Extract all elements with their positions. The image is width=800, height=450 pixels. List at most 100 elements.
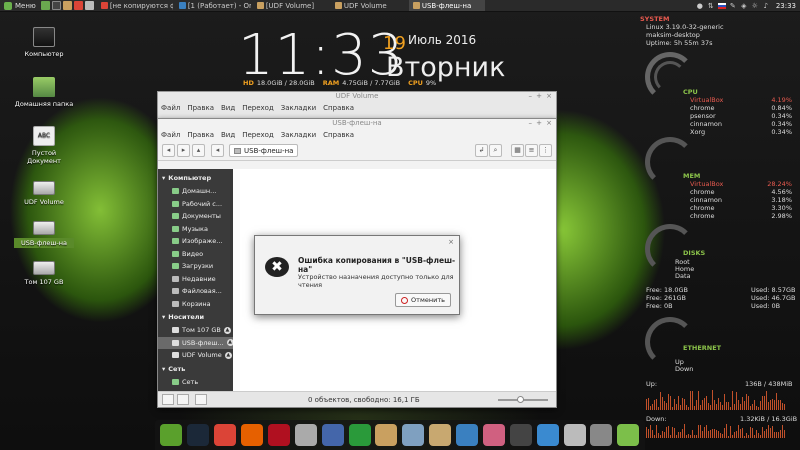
panel-clock[interactable]: 23:33: [776, 2, 796, 10]
sidebar-section-network[interactable]: ▾ Сеть: [158, 362, 233, 376]
desktop-icon-volume-107[interactable]: Том 107 GB: [14, 255, 74, 286]
close-icon[interactable]: ×: [546, 119, 552, 127]
minimize-icon[interactable]: –: [529, 119, 533, 127]
cursor-icon[interactable]: [321, 424, 344, 446]
steam-icon[interactable]: [187, 424, 210, 446]
shield-icon[interactable]: ◈: [740, 2, 748, 10]
desktop-icon-computer[interactable]: Компьютер: [14, 27, 74, 58]
system-monitor-icon[interactable]: [536, 424, 559, 446]
calculator-icon[interactable]: [294, 424, 317, 446]
sidebar-item-usb[interactable]: USB-флеш... ▲: [158, 336, 233, 349]
menu-view[interactable]: Вид: [221, 104, 235, 112]
color-picker-icon[interactable]: [482, 424, 505, 446]
sidebar-item-documents[interactable]: Документы: [158, 210, 233, 223]
menu-bookmarks[interactable]: Закладки: [281, 104, 316, 112]
folder-icon[interactable]: [617, 424, 640, 446]
sidebar-item-udf-volume[interactable]: UDF Volume ▲: [158, 349, 233, 362]
desktop-icon-home[interactable]: Домашняя папка: [14, 77, 74, 108]
sidebar-section-devices[interactable]: ▾ Носители: [158, 310, 233, 324]
user-icon[interactable]: ●: [696, 2, 704, 10]
brightness-icon[interactable]: ☼: [751, 2, 759, 10]
close-icon[interactable]: ×: [546, 92, 552, 100]
forward-arrow-icon[interactable]: ▸: [177, 144, 190, 157]
menu-bookmarks[interactable]: Закладки: [281, 131, 316, 139]
zoom-slider-knob[interactable]: [517, 396, 524, 403]
network-icon[interactable]: [456, 424, 479, 446]
back-arrow-icon[interactable]: ◂: [162, 144, 175, 157]
desktop-icon-udf-volume[interactable]: UDF Volume: [14, 175, 74, 206]
menu-file[interactable]: Файл: [161, 104, 180, 112]
menu-go[interactable]: Переход: [242, 131, 274, 139]
volume-icon[interactable]: ♪: [762, 2, 770, 10]
desktop-icon-document[interactable]: ABC Пустой Документ: [14, 126, 74, 165]
eject-icon[interactable]: ▲: [224, 351, 232, 359]
main-menu-button[interactable]: Меню: [0, 0, 40, 12]
taskbar-item[interactable]: [UDF Volume]: [253, 0, 329, 11]
toggle-location-icon[interactable]: ↲: [475, 144, 488, 157]
sidebar-item-trash[interactable]: Корзина: [158, 298, 233, 311]
maximize-icon[interactable]: +: [536, 92, 542, 100]
anchor-icon[interactable]: [160, 424, 183, 446]
files-icon[interactable]: [62, 1, 72, 10]
sidebar-section-computer[interactable]: ▾ Компьютер: [158, 171, 233, 185]
sidebar-item-videos[interactable]: Видео: [158, 248, 233, 261]
menu-view[interactable]: Вид: [221, 131, 235, 139]
zoom-slider[interactable]: [498, 396, 548, 403]
monitor-icon[interactable]: [509, 424, 532, 446]
sidebar-item-filesystem[interactable]: Файловая...: [158, 285, 233, 298]
sidebar-item-downloads[interactable]: Загрузки: [158, 260, 233, 273]
menu-help[interactable]: Справка: [323, 104, 354, 112]
menu-go[interactable]: Переход: [242, 104, 274, 112]
sidebar-item-recent[interactable]: Недавние: [158, 273, 233, 286]
sidebar-item-volume-107[interactable]: Том 107 GB ▲: [158, 324, 233, 337]
scanner-icon[interactable]: [402, 424, 425, 446]
taskbar-item[interactable]: [не копируются ф: [97, 0, 173, 11]
cherry-icon[interactable]: [267, 424, 290, 446]
location-breadcrumb[interactable]: USB-флеш-на: [229, 144, 299, 157]
sync-icon[interactable]: [348, 424, 371, 446]
eject-icon[interactable]: ▲: [223, 326, 231, 334]
menu-help[interactable]: Справка: [323, 131, 354, 139]
chrome-launcher-icon[interactable]: [73, 1, 83, 10]
taskbar-item[interactable]: [1 (Работает) - Ora: [175, 0, 251, 11]
show-desktop-icon[interactable]: [40, 1, 50, 10]
compact-view-icon[interactable]: ⋮: [539, 144, 552, 157]
sidebar-item-music[interactable]: Музыка: [158, 223, 233, 236]
minimize-icon[interactable]: –: [529, 92, 533, 100]
sidebar-item-desktop[interactable]: Рабочий с...: [158, 198, 233, 211]
chrome-icon[interactable]: [214, 424, 237, 446]
menu-edit[interactable]: Правка: [187, 131, 214, 139]
path-prev-icon[interactable]: ◂: [211, 144, 224, 157]
desktop-icon-usb[interactable]: USB-флеш-на: [14, 215, 74, 248]
archive-icon[interactable]: [375, 424, 398, 446]
taskbar-item[interactable]: UDF Volume: [331, 0, 407, 11]
search-icon[interactable]: [590, 424, 613, 446]
sidebar-item-home[interactable]: Домашн...: [158, 185, 233, 198]
menu-edit[interactable]: Правка: [187, 104, 214, 112]
terminal-icon[interactable]: [51, 1, 61, 10]
text-editor-icon[interactable]: [84, 1, 94, 10]
hide-sidebar-icon[interactable]: [195, 394, 207, 405]
cancel-button[interactable]: Отменить: [395, 293, 451, 307]
menu-file[interactable]: Файл: [161, 131, 180, 139]
sidebar-item-network[interactable]: Сеть: [158, 376, 233, 389]
window-titlebar[interactable]: USB-флеш-на – + ×: [158, 119, 556, 129]
up-arrow-icon[interactable]: ▴: [192, 144, 205, 157]
back-file-manager-window[interactable]: UDF Volume – + × Файл Правка Вид Переход…: [157, 91, 557, 121]
search-icon[interactable]: ⌕: [489, 144, 502, 157]
taskbar-item-active[interactable]: USB-флеш-на: [408, 0, 485, 11]
list-view-icon[interactable]: ≡: [525, 144, 538, 157]
flag-ru-icon[interactable]: [717, 2, 726, 9]
sidebar-item-pictures[interactable]: Изображе...: [158, 235, 233, 248]
pencil-icon[interactable]: ✎: [729, 2, 737, 10]
firefox-icon[interactable]: [241, 424, 264, 446]
back-window-titlebar[interactable]: UDF Volume – + ×: [158, 92, 556, 102]
disks-icon[interactable]: [563, 424, 586, 446]
package-icon[interactable]: [429, 424, 452, 446]
show-tree-icon[interactable]: [177, 394, 189, 405]
show-places-icon[interactable]: [162, 394, 174, 405]
dialog-close-icon[interactable]: ×: [448, 238, 454, 246]
maximize-icon[interactable]: +: [536, 119, 542, 127]
network-icon[interactable]: ⇅: [707, 2, 715, 10]
icon-view-icon[interactable]: ▦: [511, 144, 524, 157]
